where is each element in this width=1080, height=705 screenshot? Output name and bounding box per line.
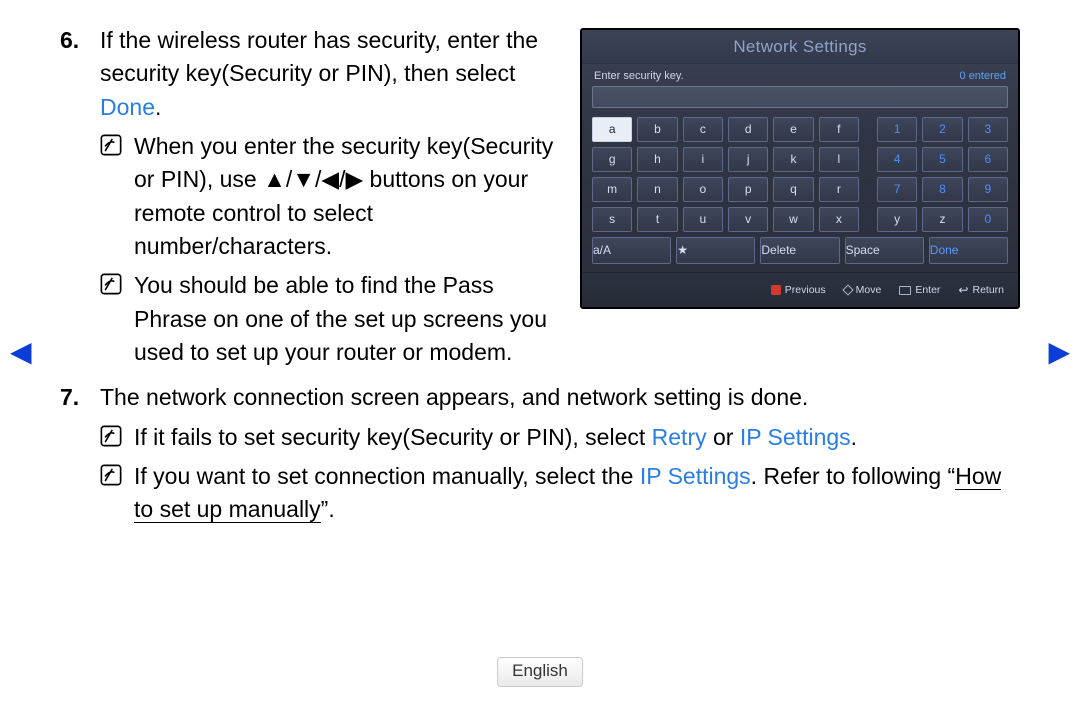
keyboard-key: 7 bbox=[877, 177, 917, 202]
keyboard-key: 0 bbox=[968, 207, 1008, 232]
return-icon: ↩ bbox=[958, 283, 968, 297]
note-icon bbox=[100, 464, 122, 486]
step-body: If the wireless router has security, ent… bbox=[100, 24, 558, 375]
screenshot-footer-item: Move bbox=[844, 283, 882, 297]
keyboard-key: 1 bbox=[877, 117, 917, 142]
move-icon bbox=[842, 284, 853, 295]
step-number: 7. bbox=[60, 381, 100, 414]
screenshot-title: Network Settings bbox=[582, 30, 1018, 64]
enter-icon bbox=[899, 286, 911, 295]
keyboard-key: 9 bbox=[968, 177, 1008, 202]
keyboard-key-done: Done bbox=[929, 237, 1008, 264]
keyboard-key: 8 bbox=[922, 177, 962, 202]
note-icon-wrap bbox=[100, 421, 134, 447]
note-icon-wrap bbox=[100, 269, 134, 295]
keyboard-key: 6 bbox=[968, 147, 1008, 172]
note-icon-wrap bbox=[100, 460, 134, 486]
note-text: You should be able to find the Pass Phra… bbox=[134, 269, 558, 369]
keyboard-key: o bbox=[683, 177, 723, 202]
keyboard-key: e bbox=[773, 117, 813, 142]
step: 6.If the wireless router has security, e… bbox=[60, 24, 558, 375]
note-icon-wrap bbox=[100, 130, 134, 156]
keyboard-key: h bbox=[637, 147, 677, 172]
keyboard-key: j bbox=[728, 147, 768, 172]
keyboard-key: 2 bbox=[922, 117, 962, 142]
keyboard-key: s bbox=[592, 207, 632, 232]
keyboard-key: q bbox=[773, 177, 813, 202]
keyboard-key: z bbox=[922, 207, 962, 232]
note-text: When you enter the security key(Security… bbox=[134, 130, 558, 263]
screenshot-prompt: Enter security key. bbox=[594, 70, 684, 82]
keyboard-key: b bbox=[637, 117, 677, 142]
step-paragraph: If the wireless router has security, ent… bbox=[100, 24, 558, 124]
network-settings-screenshot: Network Settings Enter security key. 0 e… bbox=[580, 28, 1020, 309]
keyboard-key: t bbox=[637, 207, 677, 232]
screenshot-footer-item: Previous bbox=[771, 283, 826, 297]
keyboard-key-aa: a/A bbox=[592, 237, 671, 264]
keyboard-key: v bbox=[728, 207, 768, 232]
keyboard-key: w bbox=[773, 207, 813, 232]
keyboard-key: l bbox=[819, 147, 859, 172]
note: When you enter the security key(Security… bbox=[100, 130, 558, 263]
keyboard-key: r bbox=[819, 177, 859, 202]
red-chip-icon bbox=[771, 285, 781, 295]
note-icon bbox=[100, 273, 122, 295]
next-page-arrow[interactable]: ▶ bbox=[1048, 335, 1070, 368]
keyboard-key: i bbox=[683, 147, 723, 172]
keyboard-key: u bbox=[683, 207, 723, 232]
screenshot-footer-item: ↩ Return bbox=[958, 283, 1004, 297]
note: If it fails to set security key(Security… bbox=[100, 421, 1020, 454]
screenshot-footer: Previous Move Enter ↩ Return bbox=[582, 272, 1018, 307]
keyboard-key: m bbox=[592, 177, 632, 202]
keyboard-key-: ★ bbox=[676, 237, 755, 264]
security-key-input bbox=[592, 86, 1008, 108]
keyboard-key: g bbox=[592, 147, 632, 172]
keyboard-key: k bbox=[773, 147, 813, 172]
note-icon bbox=[100, 425, 122, 447]
language-footer: English bbox=[497, 657, 583, 687]
note-text: If it fails to set security key(Security… bbox=[134, 421, 1020, 454]
keyboard-key: 4 bbox=[877, 147, 917, 172]
keyboard-key: a bbox=[592, 117, 632, 142]
step-paragraph: The network connection screen appears, a… bbox=[100, 381, 1020, 414]
step: 7.The network connection screen appears,… bbox=[60, 381, 1020, 532]
keyboard-key: x bbox=[819, 207, 859, 232]
keyboard-key: 3 bbox=[968, 117, 1008, 142]
keyboard-key-delete: Delete bbox=[760, 237, 839, 264]
step-number: 6. bbox=[60, 24, 100, 57]
keyboard-key: p bbox=[728, 177, 768, 202]
screenshot-entered-count: 0 entered bbox=[960, 70, 1006, 82]
prev-page-arrow[interactable]: ◀ bbox=[10, 335, 32, 368]
keyboard-key: n bbox=[637, 177, 677, 202]
step-body: The network connection screen appears, a… bbox=[100, 381, 1020, 532]
note: If you want to set connection manually, … bbox=[100, 460, 1020, 527]
note-text: If you want to set connection manually, … bbox=[134, 460, 1020, 527]
onscreen-keyboard: abcdef123 ghijkl456 mnopqr789 stuvwxyz0 bbox=[592, 117, 1008, 232]
keyboard-key-space: Space bbox=[845, 237, 924, 264]
note-icon bbox=[100, 134, 122, 156]
keyboard-key: f bbox=[819, 117, 859, 142]
keyboard-key: d bbox=[728, 117, 768, 142]
keyboard-key: c bbox=[683, 117, 723, 142]
keyboard-key: 5 bbox=[922, 147, 962, 172]
onscreen-keyboard-bottom: a/A★DeleteSpaceDone bbox=[592, 237, 1008, 264]
screenshot-footer-item: Enter bbox=[899, 283, 940, 297]
note: You should be able to find the Pass Phra… bbox=[100, 269, 558, 369]
keyboard-key: y bbox=[877, 207, 917, 232]
